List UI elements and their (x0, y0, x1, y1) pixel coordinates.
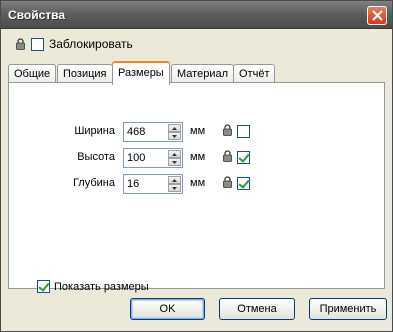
depth-spinbox[interactable]: 16 (123, 174, 183, 194)
width-spinbox[interactable]: 468 (123, 122, 183, 142)
arrow-down-icon (172, 160, 177, 164)
height-spinbox[interactable]: 100 (123, 148, 183, 168)
tab-dimensions[interactable]: Размеры (112, 61, 170, 85)
tab-report-label: Отчёт (239, 68, 270, 80)
depth-unit: мм (190, 177, 206, 189)
arrow-up-icon (172, 152, 177, 156)
depth-label: Глубина (72, 177, 115, 189)
height-padlock-icon (223, 150, 232, 162)
arrow-up-icon (172, 126, 177, 130)
ok-button-label: OK (159, 303, 176, 315)
height-lock-checkbox[interactable] (237, 151, 250, 164)
tab-report[interactable]: Отчёт (233, 64, 276, 84)
padlock-icon (16, 38, 25, 50)
ok-button[interactable]: OK (130, 298, 205, 320)
properties-dialog: Свойства Заблокировать Общие Позиция Раз… (0, 0, 393, 332)
width-padlock-icon (223, 124, 232, 136)
width-lock-checkbox[interactable] (237, 125, 250, 138)
tab-material[interactable]: Материал (171, 64, 234, 84)
cancel-button-label: Отмена (237, 303, 277, 315)
close-button[interactable] (367, 6, 387, 25)
height-increment-button[interactable] (168, 150, 181, 158)
width-unit: мм (190, 125, 206, 137)
tab-general-label: Общие (14, 68, 51, 80)
tab-general[interactable]: Общие (8, 64, 57, 84)
arrow-up-icon (172, 178, 177, 182)
show-sizes-label[interactable]: Показать размеры (54, 281, 149, 293)
width-label: Ширина (74, 125, 115, 137)
height-value[interactable]: 100 (127, 152, 145, 164)
height-decrement-button[interactable] (168, 158, 181, 166)
apply-button-label: Применить (319, 303, 377, 315)
lock-row: Заблокировать (16, 36, 133, 52)
tab-position-label: Позиция (63, 68, 107, 80)
window-title: Свойства (8, 8, 66, 22)
tab-position[interactable]: Позиция (57, 64, 113, 84)
dimensions-panel: Ширина 468 мм Высота 100 мм Глубина 16 м… (8, 82, 385, 293)
depth-increment-button[interactable] (168, 176, 181, 184)
depth-padlock-icon (223, 176, 232, 188)
apply-button[interactable]: Применить (309, 298, 387, 320)
depth-lock-checkbox[interactable] (237, 177, 250, 190)
depth-decrement-button[interactable] (168, 184, 181, 192)
lock-checkbox[interactable] (31, 37, 44, 51)
lock-label: Заблокировать (49, 37, 133, 51)
close-icon (371, 10, 383, 21)
arrow-down-icon (172, 134, 177, 138)
show-sizes-checkbox[interactable] (37, 280, 50, 293)
tab-dimensions-label: Размеры (118, 67, 164, 79)
depth-value[interactable]: 16 (127, 178, 139, 190)
width-increment-button[interactable] (168, 124, 181, 132)
title-bar[interactable]: Свойства (1, 1, 392, 29)
show-sizes-row: Показать размеры (37, 280, 149, 293)
cancel-button[interactable]: Отмена (219, 298, 295, 320)
width-decrement-button[interactable] (168, 132, 181, 140)
width-value[interactable]: 468 (127, 126, 145, 138)
height-label: Высота (77, 151, 115, 163)
arrow-down-icon (172, 186, 177, 190)
height-unit: мм (190, 151, 206, 163)
dialog-body: Заблокировать Общие Позиция Размеры Мате… (1, 30, 392, 331)
tab-material-label: Материал (177, 68, 228, 80)
